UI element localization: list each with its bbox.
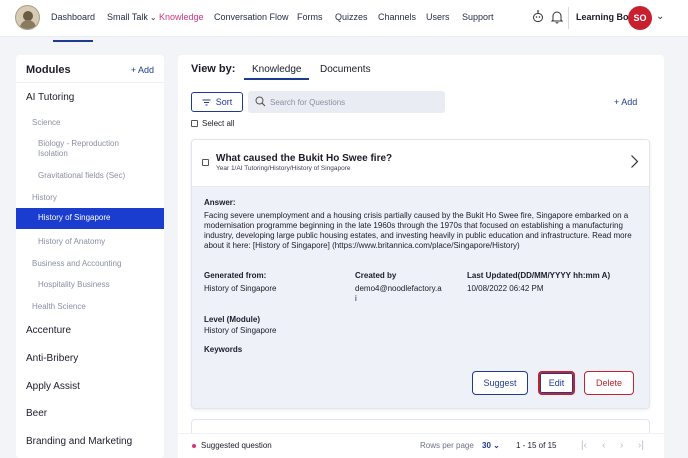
nav-users[interactable]: Users: [426, 12, 450, 22]
robot-icon[interactable]: [532, 10, 544, 24]
suggested-legend: Suggested question: [201, 441, 272, 450]
question-path: Year 1/AI Tutoring/History/History of Si…: [216, 165, 351, 172]
nav-quizzes[interactable]: Quizzes: [335, 12, 368, 22]
user-avatar[interactable]: SO: [628, 6, 652, 30]
nav-channels[interactable]: Channels: [378, 12, 416, 22]
last-updated-value: 10/08/2022 06:42 PM: [467, 284, 544, 293]
page-range: 1 - 15 of 15: [516, 441, 557, 450]
question-checkbox[interactable]: [202, 159, 209, 166]
answer-label: Answer:: [204, 198, 236, 207]
chevron-right-icon[interactable]: [630, 154, 639, 169]
created-by-value-cont: i: [355, 294, 357, 303]
last-updated-label: Last Updated(DD/MM/YYYY hh:mm A): [467, 271, 611, 280]
generated-from-label: Generated from:: [204, 271, 267, 280]
edit-button[interactable]: Edit: [538, 371, 575, 395]
nav-support[interactable]: Support: [462, 12, 494, 22]
nav-knowledge[interactable]: Knowledge: [159, 12, 204, 22]
sidebar-item-branding-marketing[interactable]: Branding and Marketing: [16, 437, 164, 447]
nav-forms[interactable]: Forms: [297, 12, 323, 22]
answer-text: Facing severe unemployment and a housing…: [204, 211, 632, 250]
question-card-header[interactable]: What caused the Bukit Ho Swee fire? Year…: [192, 140, 649, 187]
rows-per-page-select[interactable]: 30 ⌄: [482, 441, 500, 450]
sidebar-item-gravitational-fields[interactable]: Gravitational fields (Sec): [16, 171, 164, 181]
prev-page-icon[interactable]: ‹: [602, 440, 605, 451]
modules-title: Modules: [26, 64, 71, 76]
org-logo[interactable]: [15, 5, 40, 30]
question-title[interactable]: What caused the Bukit Ho Swee fire?: [216, 153, 392, 164]
sidebar-item-accenture[interactable]: Accenture: [16, 326, 164, 336]
sidebar-item-beer[interactable]: Beer: [16, 409, 164, 419]
nav-conversation-flow[interactable]: Conversation Flow: [214, 12, 289, 22]
tab-documents[interactable]: Documents: [320, 64, 371, 75]
first-page-icon[interactable]: |‹: [581, 440, 587, 451]
sidebar-item-history-of-anatomy[interactable]: History of Anatomy: [16, 237, 164, 247]
chevron-down-icon: ⌄: [149, 13, 157, 22]
next-page-icon[interactable]: ›: [620, 440, 623, 451]
add-module-button[interactable]: + Add: [131, 65, 154, 75]
divider: [16, 82, 164, 83]
level-label: Level (Module): [204, 315, 261, 324]
nav-small-talk[interactable]: Small Talk ⌄: [107, 12, 157, 22]
tab-knowledge[interactable]: Knowledge: [244, 64, 310, 80]
select-all-label: Select all: [202, 119, 235, 128]
rows-per-page-value: 30: [482, 441, 491, 450]
sidebar-item-anti-bribery[interactable]: Anti-Bribery: [16, 354, 164, 364]
search-icon: [255, 96, 266, 107]
view-by-label: View by:: [191, 63, 236, 75]
nav-dashboard[interactable]: Dashboard: [51, 12, 95, 42]
bell-icon[interactable]: [551, 10, 563, 24]
last-page-icon[interactable]: ›|: [638, 440, 644, 451]
select-all-checkbox[interactable]: [191, 120, 198, 127]
chevron-down-icon: ⌄: [493, 441, 500, 450]
suggested-dot-icon: [192, 444, 196, 448]
search-input[interactable]: [270, 94, 440, 110]
modules-sidebar: Modules + Add AI Tutoring Science Biolog…: [16, 55, 164, 458]
sidebar-item-biology[interactable]: Biology - Reproduction Isolation: [16, 139, 146, 159]
sidebar-item-ai-tutoring[interactable]: AI Tutoring: [16, 93, 164, 103]
sort-button[interactable]: Sort: [191, 92, 243, 112]
add-question-button[interactable]: + Add: [614, 97, 637, 107]
nav-small-talk-label: Small Talk: [107, 12, 148, 22]
sidebar-item-hospitality-business[interactable]: Hospitality Business: [16, 280, 164, 290]
nav-divider: [568, 7, 569, 29]
created-by-label: Created by: [355, 271, 397, 280]
rows-per-page-label: Rows per page: [420, 441, 474, 450]
bot-name[interactable]: Learning Bot: [576, 12, 632, 22]
sidebar-item-history[interactable]: History: [16, 193, 164, 203]
sidebar-item-business-accounting[interactable]: Business and Accounting: [16, 259, 164, 269]
top-navbar: Dashboard Small Talk ⌄ Knowledge Conversa…: [0, 0, 688, 42]
search-box: [248, 91, 445, 113]
pagination-bar: Suggested question Rows per page 30 ⌄ 1 …: [178, 433, 664, 458]
keywords-label: Keywords: [204, 345, 243, 354]
question-details: Answer: Facing severe unemployment and a…: [192, 187, 649, 408]
suggest-button[interactable]: Suggest: [472, 371, 528, 395]
delete-button[interactable]: Delete: [584, 371, 634, 395]
sidebar-item-science[interactable]: Science: [16, 118, 164, 128]
chevron-down-icon[interactable]: ⌄: [656, 11, 664, 22]
sidebar-item-history-of-singapore[interactable]: History of Singapore: [16, 208, 164, 229]
generated-from-value: History of Singapore: [204, 284, 277, 293]
sidebar-item-health-science[interactable]: Health Science: [16, 302, 164, 312]
question-card: What caused the Bukit Ho Swee fire? Year…: [191, 139, 650, 409]
select-all[interactable]: Select all: [191, 119, 234, 128]
sidebar-item-apply-assist[interactable]: Apply Assist: [16, 382, 164, 392]
level-value: History of Singapore: [204, 326, 277, 335]
created-by-value: demo4@noodlefactory.a: [355, 284, 442, 293]
filter-icon: [202, 99, 211, 105]
sort-label: Sort: [215, 97, 233, 107]
knowledge-panel: View by: Knowledge Documents Sort + Add …: [178, 55, 664, 458]
